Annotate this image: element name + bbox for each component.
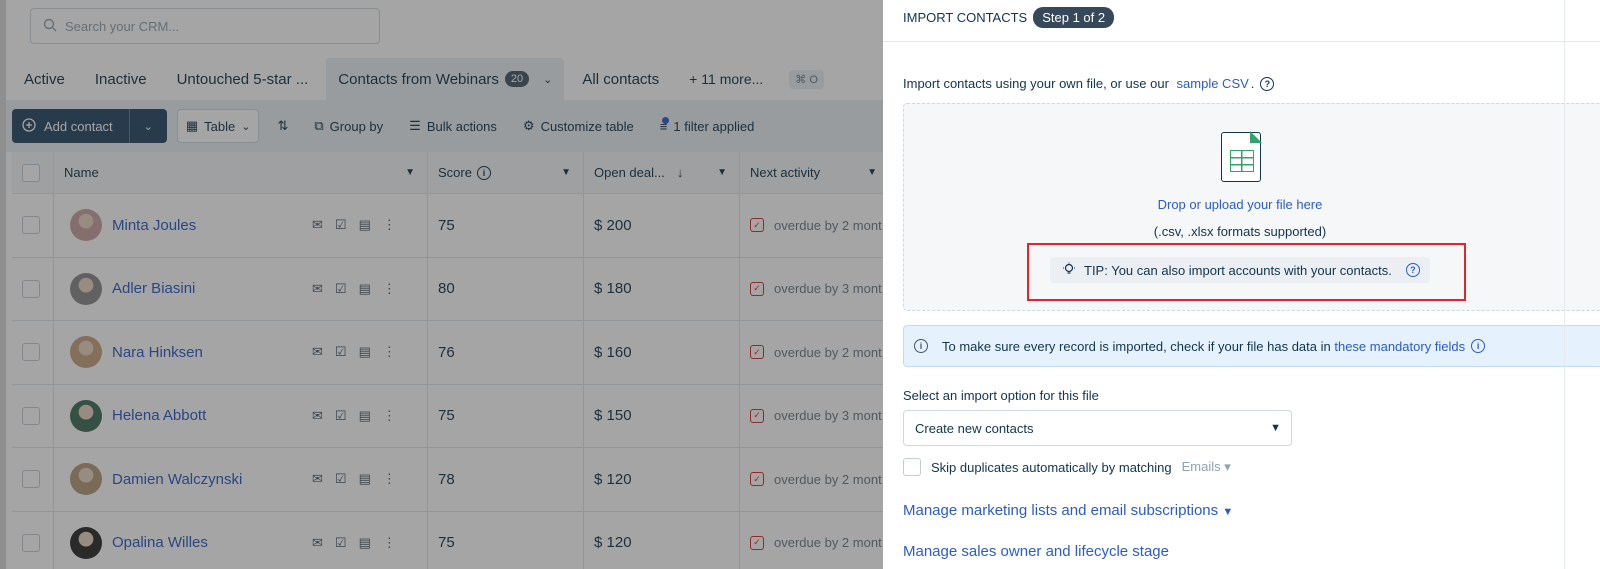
upload-link[interactable]: Drop or upload your file here (904, 197, 1576, 212)
help-icon[interactable]: ? (1405, 263, 1420, 277)
notice-text: To make sure every record is imported, c… (942, 339, 1465, 354)
manage-owner-toggle[interactable]: Manage sales owner and lifecycle stage (903, 543, 1169, 560)
supported-formats: (.csv, .xlsx formats supported) (1153, 224, 1327, 239)
step-badge: Step 1 of 2 (1033, 7, 1115, 28)
intro-text: Import contacts using your own file, or … (903, 76, 1275, 91)
caret-down-icon: ▼ (1270, 422, 1281, 434)
notice-label: To make sure every record is imported, c… (942, 338, 1331, 354)
match-field-value: Emails (1181, 459, 1221, 474)
spreadsheet-file-icon (1221, 131, 1262, 182)
caret-down-icon: ▼ (1222, 506, 1234, 518)
help-icon[interactable]: ? (1260, 76, 1275, 91)
skip-duplicates-checkbox[interactable] (903, 458, 921, 476)
tip-text: TIP: You can also import accounts with y… (1084, 262, 1392, 278)
skip-duplicates-label: Skip duplicates automatically by matchin… (931, 459, 1172, 475)
select-value: Create new contacts (915, 420, 1034, 436)
manage-owner-label: Manage sales owner and lifecycle stage (903, 543, 1169, 560)
panel-header: IMPORT CONTACTS Step 1 of 2 (883, 0, 1600, 42)
file-drop-zone[interactable]: Drop or upload your file here (.csv, .xl… (903, 103, 1600, 311)
mandatory-fields-notice: i To make sure every record is imported,… (903, 325, 1600, 367)
tip-banner: TIP: You can also import accounts with y… (1050, 257, 1430, 283)
manage-lists-toggle[interactable]: Manage marketing lists and email subscri… (903, 502, 1233, 519)
skip-duplicates-option: Skip duplicates automatically by matchin… (903, 458, 1231, 476)
intro-end: . (1250, 76, 1255, 91)
lightbulb-icon (1062, 262, 1076, 279)
import-contacts-panel: IMPORT CONTACTS Step 1 of 2 Import conta… (883, 0, 1600, 569)
sample-csv-link[interactable]: sample CSV (1177, 76, 1249, 91)
panel-title: IMPORT CONTACTS (903, 10, 1028, 25)
match-field-dropdown[interactable]: Emails ▾ (1182, 459, 1231, 475)
info-icon: i (914, 339, 928, 353)
window-edge (1564, 0, 1565, 569)
info-icon[interactable]: i (1471, 339, 1486, 353)
manage-lists-label: Manage marketing lists and email subscri… (903, 502, 1219, 519)
import-option-label: Select an import option for this file (903, 388, 1099, 403)
mandatory-fields-link[interactable]: these mandatory fields (1334, 339, 1465, 354)
import-option-select[interactable]: Create new contacts ▼ (903, 410, 1292, 446)
modal-backdrop[interactable] (0, 0, 883, 569)
intro-label: Import contacts using your own file, or … (903, 76, 1169, 91)
